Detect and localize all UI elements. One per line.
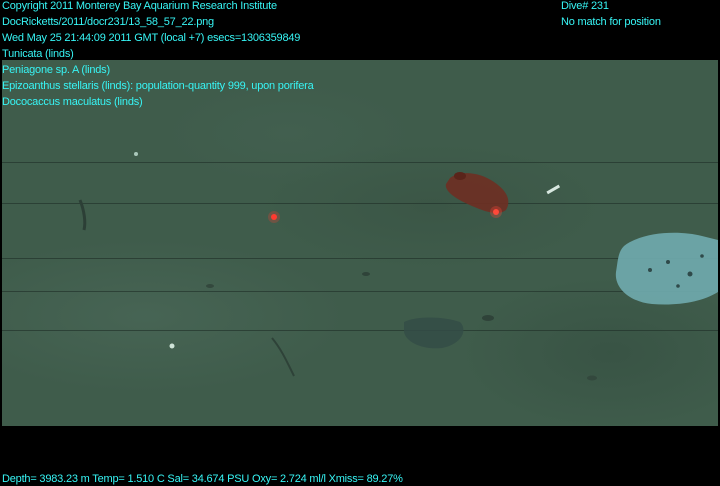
sponge-speck [666,260,670,264]
dark-rock [404,317,464,349]
position-status: No match for position [561,16,661,28]
annotation-item: Tunicata (linds) [2,48,74,60]
laser-dot-glow [268,211,280,223]
video-frame: Copyright 2011 Monterey Bay Aquarium Res… [0,0,720,486]
sediment-pit [362,272,370,276]
sediment-pit [587,375,597,381]
laser-dot-glow [490,206,502,218]
file-path-text: DocRicketts/2011/docr231/13_58_57_22.png [2,16,214,28]
white-speck [169,343,175,349]
dive-number: Dive# 231 [561,0,609,12]
white-debris [546,184,561,195]
telemetry-readout: Depth= 3983.23 m Temp= 1.510 C Sal= 34.6… [2,473,403,485]
seafloor-scene [78,152,718,381]
burrow-mark [271,337,295,377]
sponge-speck [700,254,704,258]
annotation-item: Epizoanthus stellaris (linds): populatio… [2,80,314,92]
sediment-pit [206,284,214,288]
sediment-pit [482,315,494,321]
sponge-patch [615,232,718,305]
pale-speck [134,152,138,156]
sponge-speck [687,271,693,277]
sponge-speck [676,284,680,288]
timestamp-text: Wed May 25 21:44:09 2011 GMT (local +7) … [2,32,301,44]
burrow-mark [78,199,87,231]
sea-cucumber-papilla [454,172,466,180]
annotation-item: Peniagone sp. A (linds) [2,64,110,76]
copyright-text: Copyright 2011 Monterey Bay Aquarium Res… [2,0,277,12]
sponge-speck [648,268,652,272]
annotation-item: Dococaccus maculatus (linds) [2,96,143,108]
